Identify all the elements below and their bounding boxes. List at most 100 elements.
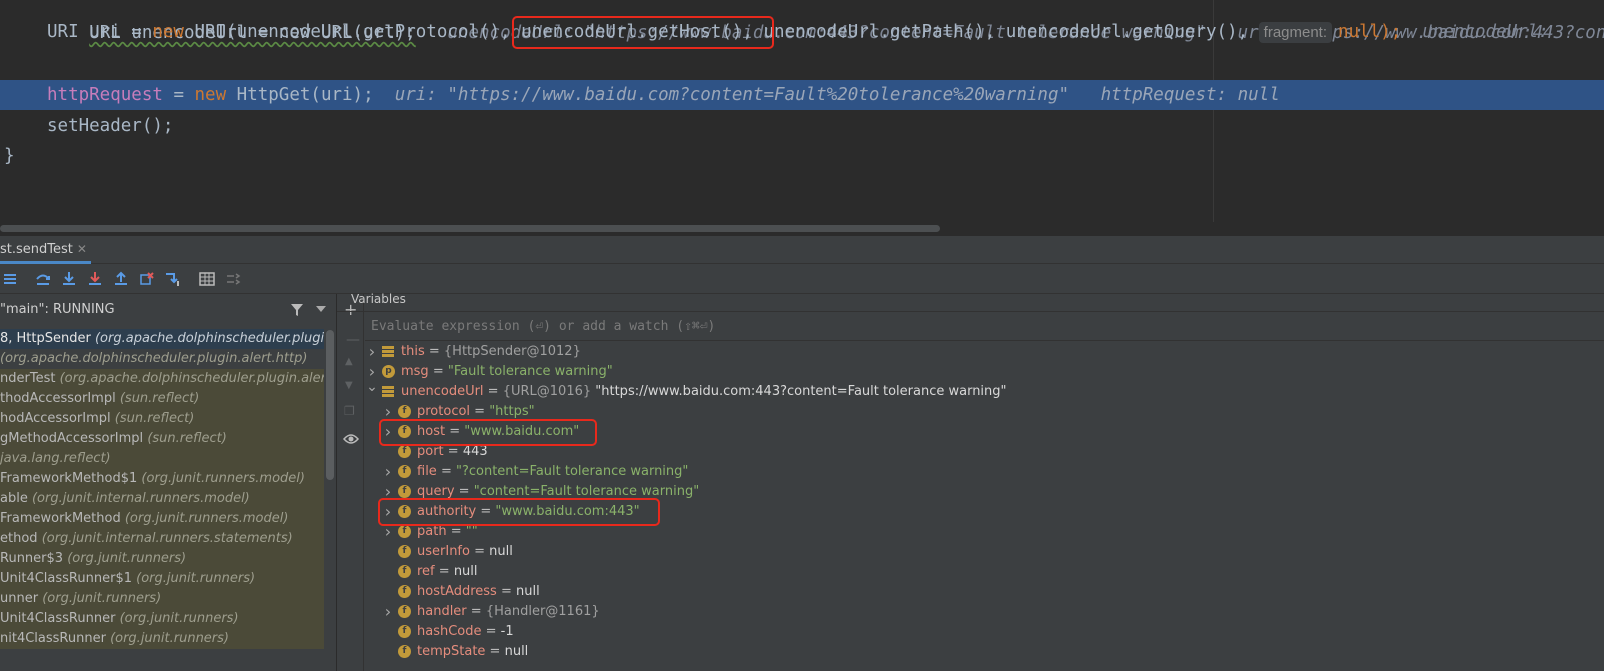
force-step-into-icon[interactable] <box>86 270 104 288</box>
field-icon: f <box>398 485 411 498</box>
variable-name: ref <box>417 564 435 579</box>
variable-value: 443 <box>462 444 488 459</box>
stack-frame[interactable]: nderTest (org.apache.dolphinscheduler.pl… <box>0 369 324 389</box>
code-line-uri[interactable]: URI uri = new URI(unencodeUrl.getProtoco… <box>0 17 1604 47</box>
move-up-icon[interactable]: ▲ <box>345 356 353 367</box>
field-icon: f <box>398 465 411 478</box>
stack-frame[interactable]: 8, HttpSender (org.apache.dolphinschedul… <box>0 329 324 349</box>
drop-frame-icon[interactable] <box>138 270 156 288</box>
variable-row[interactable]: › f handler = {Handler@1161} <box>365 602 1604 622</box>
remove-watch-icon[interactable]: — <box>346 332 360 348</box>
show-frames-icon[interactable] <box>2 270 20 288</box>
frame-method: FrameworkMethod <box>0 511 125 526</box>
code-text: unencodeUrl.getPath(), unencodeUrl.getQu… <box>752 22 1259 42</box>
chevron-down-icon[interactable]: ⌄ <box>365 377 379 397</box>
variable-row[interactable]: f ref = null <box>365 562 1604 582</box>
step-into-icon[interactable] <box>60 270 78 288</box>
code-editor[interactable]: URL unencodeUrl = new URL(url); unencode… <box>0 0 1604 232</box>
variable-name: port <box>417 444 444 459</box>
chevron-down-icon[interactable] <box>316 306 326 312</box>
stack-frame[interactable]: nit4ClassRunner (org.junit.runners) <box>0 629 324 649</box>
evaluate-expression-icon[interactable] <box>198 270 216 288</box>
variable-name: hostAddress <box>417 584 497 599</box>
field-icon: f <box>398 525 411 538</box>
debug-toolbar <box>0 264 1604 294</box>
eye-icon[interactable] <box>343 433 359 445</box>
equals-sign: = <box>481 624 501 639</box>
trace-icon[interactable] <box>224 270 242 288</box>
step-over-icon[interactable] <box>34 270 52 288</box>
variable-row[interactable]: › this = {HttpSender@1012} <box>365 342 1604 362</box>
frame-package: (org.junit.runners.model) <box>141 471 305 486</box>
variable-row[interactable]: f hashCode = -1 <box>365 622 1604 642</box>
variable-value: {HttpSender@1012} <box>443 344 581 359</box>
filter-icon[interactable] <box>290 303 304 317</box>
frames-scrollbar[interactable] <box>326 330 334 480</box>
move-down-icon[interactable]: ▼ <box>345 380 353 391</box>
editor-horizontal-scrollbar[interactable] <box>0 225 940 232</box>
variable-name: unencodeUrl <box>401 384 484 399</box>
variable-row[interactable]: f tempState = null <box>365 642 1604 662</box>
variable-value: "Fault tolerance warning" <box>447 364 613 379</box>
field-icon: f <box>398 585 411 598</box>
step-out-icon[interactable] <box>112 270 130 288</box>
variable-name: file <box>417 464 437 479</box>
stack-frame[interactable]: Unit4ClassRunner$1 (org.junit.runners) <box>0 569 324 589</box>
stack-frame[interactable]: FrameworkMethod$1 (org.junit.runners.mod… <box>0 469 324 489</box>
thread-selector[interactable]: "main": RUNNING <box>0 294 336 326</box>
code-line-httprequest[interactable]: httpRequest = new HttpGet(uri); uri: "ht… <box>0 80 1604 110</box>
stack-frame[interactable]: Unit4ClassRunner (org.junit.runners) <box>0 609 324 629</box>
stack-frame[interactable]: java.lang.reflect) <box>0 449 324 469</box>
frame-package: (org.apache.dolphinscheduler.plugin.a <box>94 331 324 346</box>
variable-row[interactable]: f userInfo = null <box>365 542 1604 562</box>
variables-gutter: + — ▲ ▼ ❐ <box>338 294 364 671</box>
frame-method: nit4ClassRunner <box>0 631 111 646</box>
chevron-right-icon[interactable]: › <box>365 342 379 362</box>
field-icon: f <box>398 605 411 618</box>
stack-frame[interactable]: unner (org.junit.runners) <box>0 589 324 609</box>
variable-value: "?content=Fault tolerance warning" <box>455 464 689 479</box>
run-to-cursor-icon[interactable] <box>164 270 182 288</box>
debug-tab-row: st.sendTest ✕ <box>0 236 1604 264</box>
copy-icon[interactable]: ❐ <box>344 404 355 418</box>
frame-method: 8, HttpSender <box>0 331 95 346</box>
variable-name: tempState <box>417 644 486 659</box>
stack-frame[interactable]: FrameworkMethod (org.junit.runners.model… <box>0 509 324 529</box>
code-line-url[interactable]: URL unencodeUrl = new URL(url); unencode… <box>0 0 1604 43</box>
stack-frame[interactable]: gMethodAccessorImpl (sun.reflect) <box>0 429 324 449</box>
field-icon: f <box>398 405 411 418</box>
tab-sendtest[interactable]: st.sendTest ✕ <box>0 236 91 264</box>
frame-method: able <box>0 491 32 506</box>
stack-frame[interactable]: able (org.junit.internal.runners.model) <box>0 489 324 509</box>
variable-row[interactable]: f hostAddress = null <box>365 582 1604 602</box>
close-icon[interactable]: ✕ <box>77 242 87 256</box>
frame-package: (org.junit.runners) <box>42 591 162 606</box>
frame-method: unner <box>0 591 43 606</box>
equals-sign: = <box>443 444 463 459</box>
code-line-setheader[interactable]: setHeader(); <box>0 111 1604 141</box>
frame-method: ethod <box>0 531 42 546</box>
variable-value: null <box>516 584 540 599</box>
chevron-right-icon[interactable]: › <box>381 602 395 622</box>
code-text: null); <box>1338 22 1402 42</box>
variable-row[interactable]: ⌄ unencodeUrl = {URL@1016} "https://www.b… <box>365 379 1604 402</box>
list-icon <box>382 386 394 397</box>
stack-frame[interactable]: ethod (org.junit.internal.runners.statem… <box>0 529 324 549</box>
stack-frame[interactable]: hodAccessorImpl (sun.reflect) <box>0 409 324 429</box>
stack-frame[interactable]: thodAccessorImpl (sun.reflect) <box>0 389 324 409</box>
field-icon: f <box>398 445 411 458</box>
code-text: = <box>162 85 195 105</box>
frame-method: Unit4ClassRunner$1 <box>0 571 137 586</box>
variable-name: msg <box>401 364 429 379</box>
evaluate-expression-input[interactable]: Evaluate expression (⏎) or add a watch (… <box>365 313 1604 341</box>
chevron-right-icon[interactable]: › <box>381 462 395 482</box>
variable-name: userInfo <box>417 544 470 559</box>
variable-row[interactable]: › p msg = "Fault tolerance warning" <box>365 362 1604 382</box>
variable-row[interactable]: › f file = "?content=Fault tolerance warni… <box>365 462 1604 482</box>
variable-name: handler <box>417 604 467 619</box>
tab-label: st.sendTest <box>0 242 73 257</box>
stack-frame[interactable]: Runner$3 (org.junit.runners) <box>0 549 324 569</box>
frame-package: (org.junit.internal.runners.statements) <box>41 531 293 546</box>
code-line-brace[interactable]: } <box>0 141 1604 171</box>
stack-frame[interactable]: (org.apache.dolphinscheduler.plugin.aler… <box>0 349 324 369</box>
